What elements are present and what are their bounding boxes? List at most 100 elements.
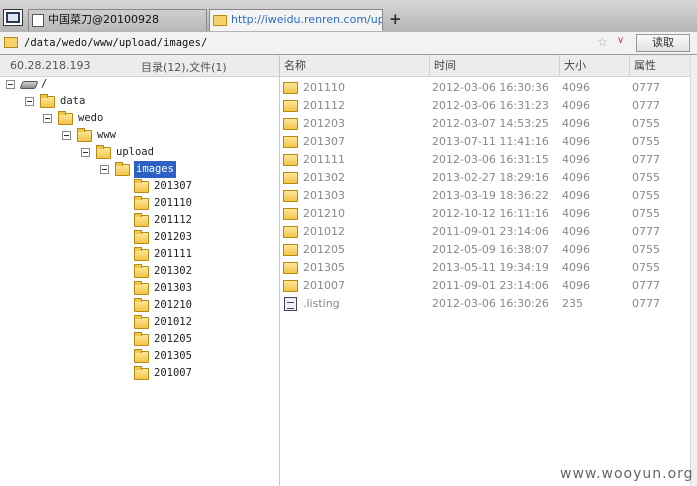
collapse-toggle-icon[interactable] bbox=[43, 114, 52, 123]
tree-node-label: 201110 bbox=[154, 197, 192, 209]
file-attr: 0777 bbox=[632, 225, 660, 238]
tree-node-child[interactable]: 201110 bbox=[0, 195, 279, 212]
collapse-toggle-icon[interactable] bbox=[81, 148, 90, 157]
file-name: 201007 bbox=[303, 279, 345, 292]
tree-node-child[interactable]: 201307 bbox=[0, 178, 279, 195]
file-size: 4096 bbox=[562, 99, 590, 112]
file-size: 4096 bbox=[562, 171, 590, 184]
file-name: 201303 bbox=[303, 189, 345, 202]
new-tab-button[interactable]: + bbox=[389, 11, 402, 27]
tree-node-child[interactable]: 201012 bbox=[0, 314, 279, 331]
path-input[interactable]: /data/wedo/www/upload/images/ bbox=[24, 35, 207, 51]
bookmark-star-icon[interactable]: ☆ bbox=[597, 35, 608, 49]
file-row[interactable]: 201303 2013-03-19 18:36:22 4096 0755 bbox=[280, 187, 690, 205]
tree-node-child[interactable]: 201305 bbox=[0, 348, 279, 365]
file-row[interactable]: 201302 2013-02-27 18:29:16 4096 0755 bbox=[280, 169, 690, 187]
address-bar: /data/wedo/www/upload/images/ ☆ ∨ 读取 bbox=[0, 32, 697, 55]
tree-node-label: 201302 bbox=[154, 265, 192, 277]
file-row[interactable]: 201111 2012-03-06 16:31:15 4096 0777 bbox=[280, 151, 690, 169]
file-row[interactable]: 201012 2011-09-01 23:14:06 4096 0777 bbox=[280, 223, 690, 241]
collapse-toggle-icon[interactable] bbox=[25, 97, 34, 106]
file-row[interactable]: 201210 2012-10-12 16:11:16 4096 0755 bbox=[280, 205, 690, 223]
read-button[interactable]: 读取 bbox=[636, 34, 690, 52]
file-time: 2011-09-01 23:14:06 bbox=[432, 225, 549, 238]
file-attr: 0755 bbox=[632, 135, 660, 148]
file-time: 2012-05-09 16:38:07 bbox=[432, 243, 549, 256]
tree-node-label: www bbox=[97, 129, 116, 141]
folder-icon bbox=[283, 82, 298, 94]
tree-node-child[interactable]: 201210 bbox=[0, 297, 279, 314]
tree-node-child[interactable]: 201203 bbox=[0, 229, 279, 246]
collapse-toggle-icon[interactable] bbox=[100, 165, 109, 174]
dir-file-count: 目录(12),文件(1) bbox=[141, 61, 227, 74]
tree-node-child[interactable]: 201303 bbox=[0, 280, 279, 297]
column-time[interactable]: 时间 bbox=[429, 55, 559, 76]
scrollbar[interactable] bbox=[690, 55, 697, 486]
file-attr: 0755 bbox=[632, 171, 660, 184]
file-row[interactable]: 201307 2013-07-11 11:41:16 4096 0755 bbox=[280, 133, 690, 151]
tree-header: 60.28.218.193 目录(12),文件(1) bbox=[0, 55, 280, 77]
tree-node-label: 201307 bbox=[154, 180, 192, 192]
file-attr: 0755 bbox=[632, 189, 660, 202]
file-row[interactable]: 201305 2013-05-11 19:34:19 4096 0755 bbox=[280, 259, 690, 277]
page-icon bbox=[32, 13, 44, 27]
file-row[interactable]: 201007 2011-09-01 23:14:06 4096 0777 bbox=[280, 277, 690, 295]
folder-icon bbox=[58, 111, 73, 125]
file-time: 2013-03-19 18:36:22 bbox=[432, 189, 549, 202]
file-size: 4096 bbox=[562, 189, 590, 202]
chevron-down-icon[interactable]: ∨ bbox=[617, 35, 624, 46]
file-row[interactable]: 201203 2012-03-07 14:53:25 4096 0755 bbox=[280, 115, 690, 133]
app-menu-icon[interactable] bbox=[3, 9, 23, 26]
folder-icon bbox=[96, 145, 111, 159]
tree-node-label: 201111 bbox=[154, 248, 192, 260]
tree-node-child[interactable]: 201112 bbox=[0, 212, 279, 229]
column-name[interactable]: 名称 bbox=[280, 55, 429, 76]
tree-node-data[interactable]: data bbox=[0, 93, 279, 110]
file-size: 4096 bbox=[562, 135, 590, 148]
tab-label: http://iweidu.renren.com/uplo... bbox=[231, 13, 382, 26]
file-name: 201203 bbox=[303, 117, 345, 130]
file-time: 2013-02-27 18:29:16 bbox=[432, 171, 549, 184]
tree-node-label: upload bbox=[116, 146, 154, 158]
tree-node-www[interactable]: www bbox=[0, 127, 279, 144]
tab-caidao[interactable]: 中国菜刀@20100928 bbox=[28, 9, 207, 31]
tree-node-images[interactable]: images bbox=[0, 161, 279, 178]
folder-icon bbox=[283, 262, 298, 274]
tree-node-label: 201210 bbox=[154, 299, 192, 311]
tree-node-upload[interactable]: upload bbox=[0, 144, 279, 161]
tree-node-child[interactable]: 201205 bbox=[0, 331, 279, 348]
tree-node-child[interactable]: 201111 bbox=[0, 246, 279, 263]
folder-icon bbox=[134, 366, 149, 380]
tree-node-child[interactable]: 201007 bbox=[0, 365, 279, 382]
folder-icon bbox=[134, 247, 149, 261]
folder-icon bbox=[40, 94, 55, 108]
tab-url[interactable]: http://iweidu.renren.com/uplo... bbox=[209, 9, 383, 31]
folder-icon bbox=[134, 298, 149, 312]
folder-icon bbox=[134, 315, 149, 329]
file-row[interactable]: 201112 2012-03-06 16:31:23 4096 0777 bbox=[280, 97, 690, 115]
folder-icon bbox=[77, 128, 92, 142]
file-row[interactable]: .listing 2012-03-06 16:30:26 235 0777 bbox=[280, 295, 690, 313]
file-row[interactable]: 201205 2012-05-09 16:38:07 4096 0755 bbox=[280, 241, 690, 259]
tree-node-root[interactable]: / bbox=[0, 76, 279, 93]
directory-tree: / data wedo www upload images 201307 2011… bbox=[0, 76, 279, 486]
file-time: 2012-03-06 16:31:23 bbox=[432, 99, 549, 112]
file-name: 201110 bbox=[303, 81, 345, 94]
tree-node-wedo[interactable]: wedo bbox=[0, 110, 279, 127]
file-attr: 0777 bbox=[632, 297, 660, 310]
tree-node-label: 201012 bbox=[154, 316, 192, 328]
folder-icon bbox=[283, 226, 298, 238]
file-attr: 0777 bbox=[632, 279, 660, 292]
tree-node-child[interactable]: 201302 bbox=[0, 263, 279, 280]
collapse-toggle-icon[interactable] bbox=[6, 80, 15, 89]
file-row[interactable]: 201110 2012-03-06 16:30:36 4096 0777 bbox=[280, 79, 690, 97]
folder-icon bbox=[283, 244, 298, 256]
column-size[interactable]: 大小 bbox=[559, 55, 629, 76]
file-name: 201307 bbox=[303, 135, 345, 148]
file-name: .listing bbox=[303, 297, 340, 310]
folder-icon bbox=[283, 118, 298, 130]
collapse-toggle-icon[interactable] bbox=[62, 131, 71, 140]
folder-icon bbox=[283, 280, 298, 292]
column-attr[interactable]: 属性 bbox=[629, 55, 690, 76]
tree-node-label: / bbox=[41, 78, 48, 90]
